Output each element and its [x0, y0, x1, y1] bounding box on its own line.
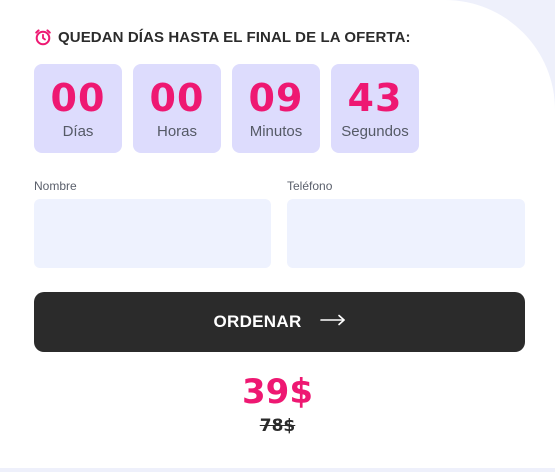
order-button[interactable]: ORDENAR: [34, 292, 525, 352]
name-label: Nombre: [34, 179, 77, 193]
countdown-seconds-value: 43: [347, 76, 403, 120]
countdown-days-value: 00: [50, 76, 106, 120]
countdown-days-label: Días: [62, 123, 94, 140]
offer-header: QUEDAN DÍAS HASTA EL FINAL DE LA OFERTA:: [34, 28, 411, 46]
countdown-seconds: 43 Segundos: [331, 64, 419, 153]
countdown-minutes: 09 Minutos: [232, 64, 320, 153]
countdown-timer: 00 Días 00 Horas 09 Minutos 43 Segundos: [34, 64, 419, 153]
countdown-hours: 00 Horas: [133, 64, 221, 153]
old-price: 78$: [259, 416, 296, 436]
countdown-minutes-value: 09: [248, 76, 304, 120]
offer-card: QUEDAN DÍAS HASTA EL FINAL DE LA OFERTA:…: [0, 0, 555, 468]
phone-label: Teléfono: [287, 179, 333, 193]
current-price: 39$: [242, 372, 313, 412]
alarm-clock-icon: [34, 28, 52, 46]
countdown-seconds-label: Segundos: [341, 123, 409, 140]
countdown-days: 00 Días: [34, 64, 122, 153]
name-input[interactable]: [34, 199, 271, 268]
phone-input[interactable]: [287, 199, 525, 268]
order-button-label: ORDENAR: [213, 312, 302, 331]
countdown-hours-value: 00: [149, 76, 205, 120]
arrow-right-icon: [319, 313, 346, 331]
offer-countdown-title: QUEDAN DÍAS HASTA EL FINAL DE LA OFERTA:: [58, 28, 411, 46]
countdown-hours-label: Horas: [156, 123, 197, 140]
countdown-minutes-label: Minutos: [249, 123, 303, 140]
